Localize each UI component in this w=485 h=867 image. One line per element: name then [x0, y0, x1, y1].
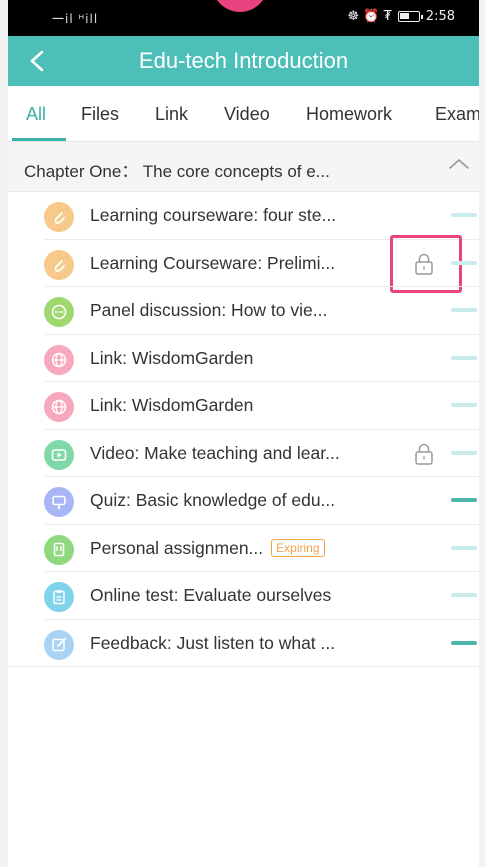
list-item[interactable]: Link: WisdomGarden [8, 382, 479, 430]
activity-list: Learning courseware: four ste... Learning… [8, 192, 479, 667]
tab-homework[interactable]: Homework [306, 104, 392, 125]
app-header: Edu-tech Introduction [8, 36, 479, 86]
list-item-label: Video: Make teaching and lear... [90, 443, 340, 464]
list-item[interactable]: Feedback: Just listen to what ... [8, 620, 479, 667]
app-frame: ㆒il ᴴill ☸ ⏰ ₮ 2:58 Edu-tech Introductio… [0, 0, 485, 867]
clipboard-icon [44, 582, 74, 612]
progress-indicator [451, 260, 477, 265]
list-item[interactable]: Personal assignmen... Expiring [8, 525, 479, 572]
list-item-title: Feedback: Just listen to what ... [90, 632, 336, 653]
chevron-up-icon[interactable] [447, 156, 471, 172]
list-item-label: Panel discussion: How to vie... [90, 300, 327, 321]
list-item-title: Online test: Evaluate ourselves [90, 585, 332, 605]
list-item[interactable]: Quiz: Basic knowledge of edu... [8, 477, 479, 525]
list-item[interactable]: Video: Make teaching and lear... [8, 430, 479, 477]
progress-indicator [451, 593, 477, 597]
progress-indicator [451, 450, 477, 455]
quiz-icon [44, 487, 74, 517]
play-icon [44, 439, 74, 470]
tab-link[interactable]: Link [155, 104, 188, 125]
paperclip-icon [44, 249, 74, 280]
status-time: 2:58 [425, 9, 455, 24]
list-item-label: Feedback: Just listen to what ... [90, 633, 335, 654]
chapter-header[interactable]: Chapter One： The core concepts of e... [8, 142, 479, 192]
active-tab-indicator [12, 138, 66, 141]
chapter-title: Chapter One： The core concepts of e... [24, 162, 330, 181]
list-item-title: Learning Courseware: Prelimi... [90, 252, 336, 273]
page-title: Edu-tech Introduction [138, 48, 349, 73]
list-item[interactable]: Panel discussion: How to vie... [8, 287, 479, 335]
tab-exam[interactable]: Exam [435, 104, 479, 125]
row-divider [8, 666, 479, 667]
list-item-title: Link: WisdomGarden [90, 347, 254, 368]
status-misc-icons: ☸ ⏰ ₮ [347, 9, 392, 24]
progress-indicator [451, 213, 477, 217]
tab-bar: All Files Link Video Homework Exam [8, 86, 479, 142]
list-item[interactable]: Link: WisdomGarden [8, 335, 479, 382]
list-item-title: Link: WisdomGarden [90, 395, 254, 415]
progress-indicator [451, 308, 477, 312]
battery-icon [397, 11, 423, 22]
progress-indicator [451, 403, 477, 407]
assignment-icon [44, 534, 74, 565]
progress-indicator [451, 355, 477, 360]
list-item[interactable]: Learning courseware: four ste... [8, 192, 479, 240]
right-edge [479, 0, 485, 867]
tab-video[interactable]: Video [224, 104, 270, 125]
list-item[interactable]: Online test: Evaluate ourselves [8, 572, 479, 620]
status-icons: ☸ ⏰ ₮ 2:58 [347, 9, 455, 24]
globe-icon [44, 344, 74, 375]
left-edge [0, 0, 8, 867]
list-item-label: Personal assignmen... Expiring [90, 538, 325, 559]
list-item-label: Link: WisdomGarden [90, 348, 253, 369]
list-item-label: Quiz: Basic knowledge of edu... [90, 490, 335, 511]
list-item-label: Online test: Evaluate ourselves [90, 585, 331, 606]
list-item-title: Learning courseware: four ste... [90, 205, 337, 225]
list-item-title: Quiz: Basic knowledge of edu... [90, 490, 336, 510]
globe-icon [44, 392, 74, 422]
list-item-label: Learning Courseware: Prelimi... [90, 253, 335, 274]
progress-indicator [451, 545, 477, 550]
signal-indicator: ㆒il ᴴill [52, 12, 99, 26]
chat-bubble-icon [44, 297, 74, 327]
list-item[interactable]: Learning Courseware: Prelimi... [8, 234, 479, 293]
paperclip-icon [44, 202, 74, 232]
list-item-title: Panel discussion: How to vie... [90, 300, 328, 320]
tab-files[interactable]: Files [81, 104, 119, 125]
progress-indicator [451, 498, 477, 502]
status-badge: Expiring [271, 538, 325, 557]
list-item-title: Personal assignmen... [90, 537, 264, 558]
tab-all[interactable]: All [26, 104, 46, 125]
progress-indicator [451, 640, 477, 645]
edit-icon [44, 629, 74, 660]
lock-icon [415, 443, 433, 465]
list-item-label: Learning courseware: four ste... [90, 205, 336, 226]
list-item-label: Link: WisdomGarden [90, 395, 253, 416]
list-item-title: Video: Make teaching and lear... [90, 442, 340, 463]
